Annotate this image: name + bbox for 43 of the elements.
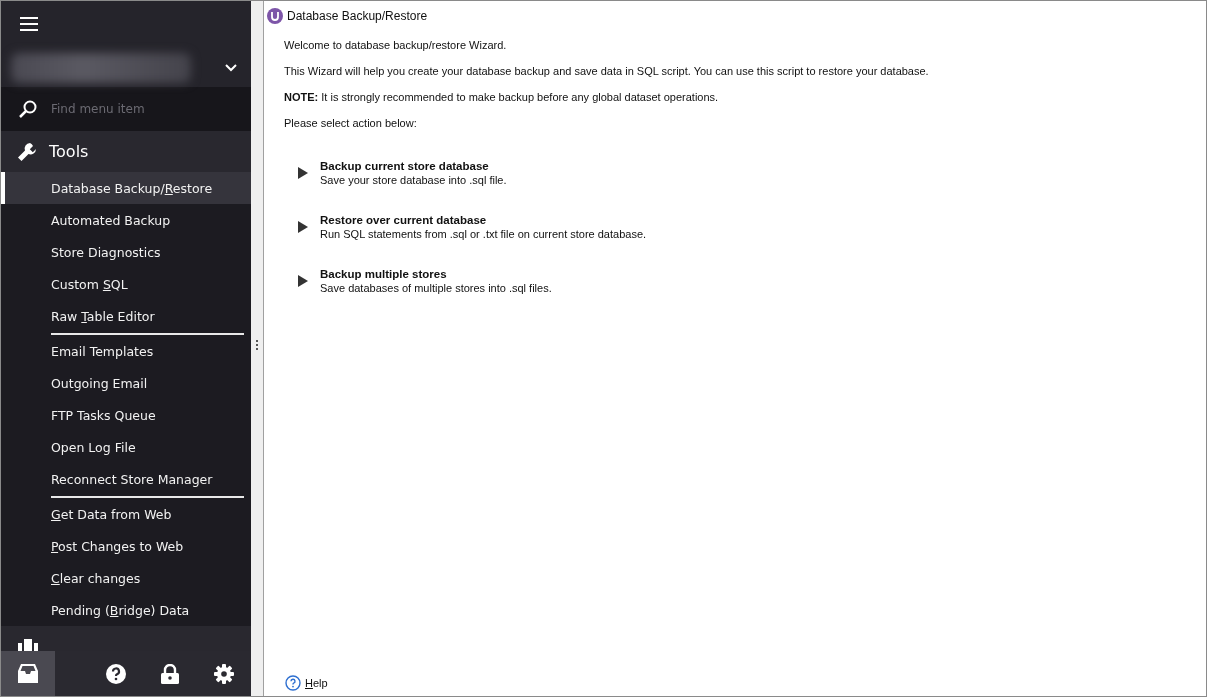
menu-item[interactable]: Clear changes bbox=[1, 562, 251, 594]
intro-text: Welcome to database backup/restore Wizard. bbox=[284, 39, 508, 52]
intro-text: NOTE: It is strongly recommended to make backup before any global dataset operations. bbox=[284, 91, 720, 104]
menu-item[interactable]: Reconnect Store Manager bbox=[1, 463, 251, 495]
settings-icon bbox=[214, 663, 234, 684]
help-link[interactable]: Help bbox=[285, 675, 328, 691]
app-logo-icon bbox=[267, 8, 283, 24]
help-icon bbox=[285, 675, 301, 691]
search-input[interactable]: Find menu item bbox=[49, 101, 233, 118]
search-icon bbox=[19, 100, 37, 119]
intro-text: This Wizard will help you create your database backup and save data in SQL script. You can use this script to restore your database. bbox=[284, 65, 930, 78]
menu-item[interactable]: FTP Tasks Queue bbox=[1, 399, 251, 431]
menu-item[interactable]: Get Data from Web bbox=[1, 498, 251, 530]
menu-item[interactable]: Database Backup/Restore bbox=[1, 172, 251, 204]
tools-section[interactable]: Tools bbox=[1, 131, 251, 172]
panel-title: Database Backup/Restore bbox=[287, 9, 428, 23]
play-icon bbox=[298, 167, 308, 179]
view-section[interactable] bbox=[1, 626, 251, 651]
menu-item[interactable]: Raw Table Editor bbox=[1, 300, 251, 332]
chevron-down-icon bbox=[225, 64, 237, 72]
help-icon bbox=[106, 663, 126, 684]
menu-item[interactable]: Email Templates bbox=[1, 335, 251, 367]
store-button[interactable] bbox=[1, 651, 55, 696]
menu-item[interactable]: Custom SQL bbox=[1, 268, 251, 300]
menu-item[interactable]: Post Changes to Web bbox=[1, 530, 251, 562]
menu-item[interactable]: Pending (Bridge) Data bbox=[1, 594, 251, 626]
action-link[interactable]: Backup current store database Save your store database into .sql file. bbox=[298, 160, 507, 186]
section-label: Tools bbox=[49, 142, 89, 161]
menu-item[interactable]: Open Log File bbox=[1, 431, 251, 463]
action-link[interactable]: Backup multiple stores Save databases of multiple stores into .sql files. bbox=[298, 268, 552, 294]
search-field[interactable]: Find menu item bbox=[1, 87, 251, 131]
menu-item[interactable]: Automated Backup bbox=[1, 204, 251, 236]
columns-icon bbox=[18, 639, 38, 651]
action-link[interactable]: Restore over current database Run SQL statements from .sql or .txt file on current store database. bbox=[298, 214, 647, 240]
play-icon bbox=[298, 221, 308, 233]
menu-icon bbox=[20, 17, 38, 31]
lock-icon bbox=[161, 663, 179, 684]
inbox-icon bbox=[18, 664, 38, 683]
play-icon bbox=[298, 275, 308, 287]
intro-text: Please select action below: bbox=[284, 117, 418, 130]
menu-item[interactable]: Store Diagnostics bbox=[1, 236, 251, 268]
wrench-icon bbox=[17, 141, 37, 162]
menu-item[interactable]: Outgoing Email bbox=[1, 367, 251, 399]
